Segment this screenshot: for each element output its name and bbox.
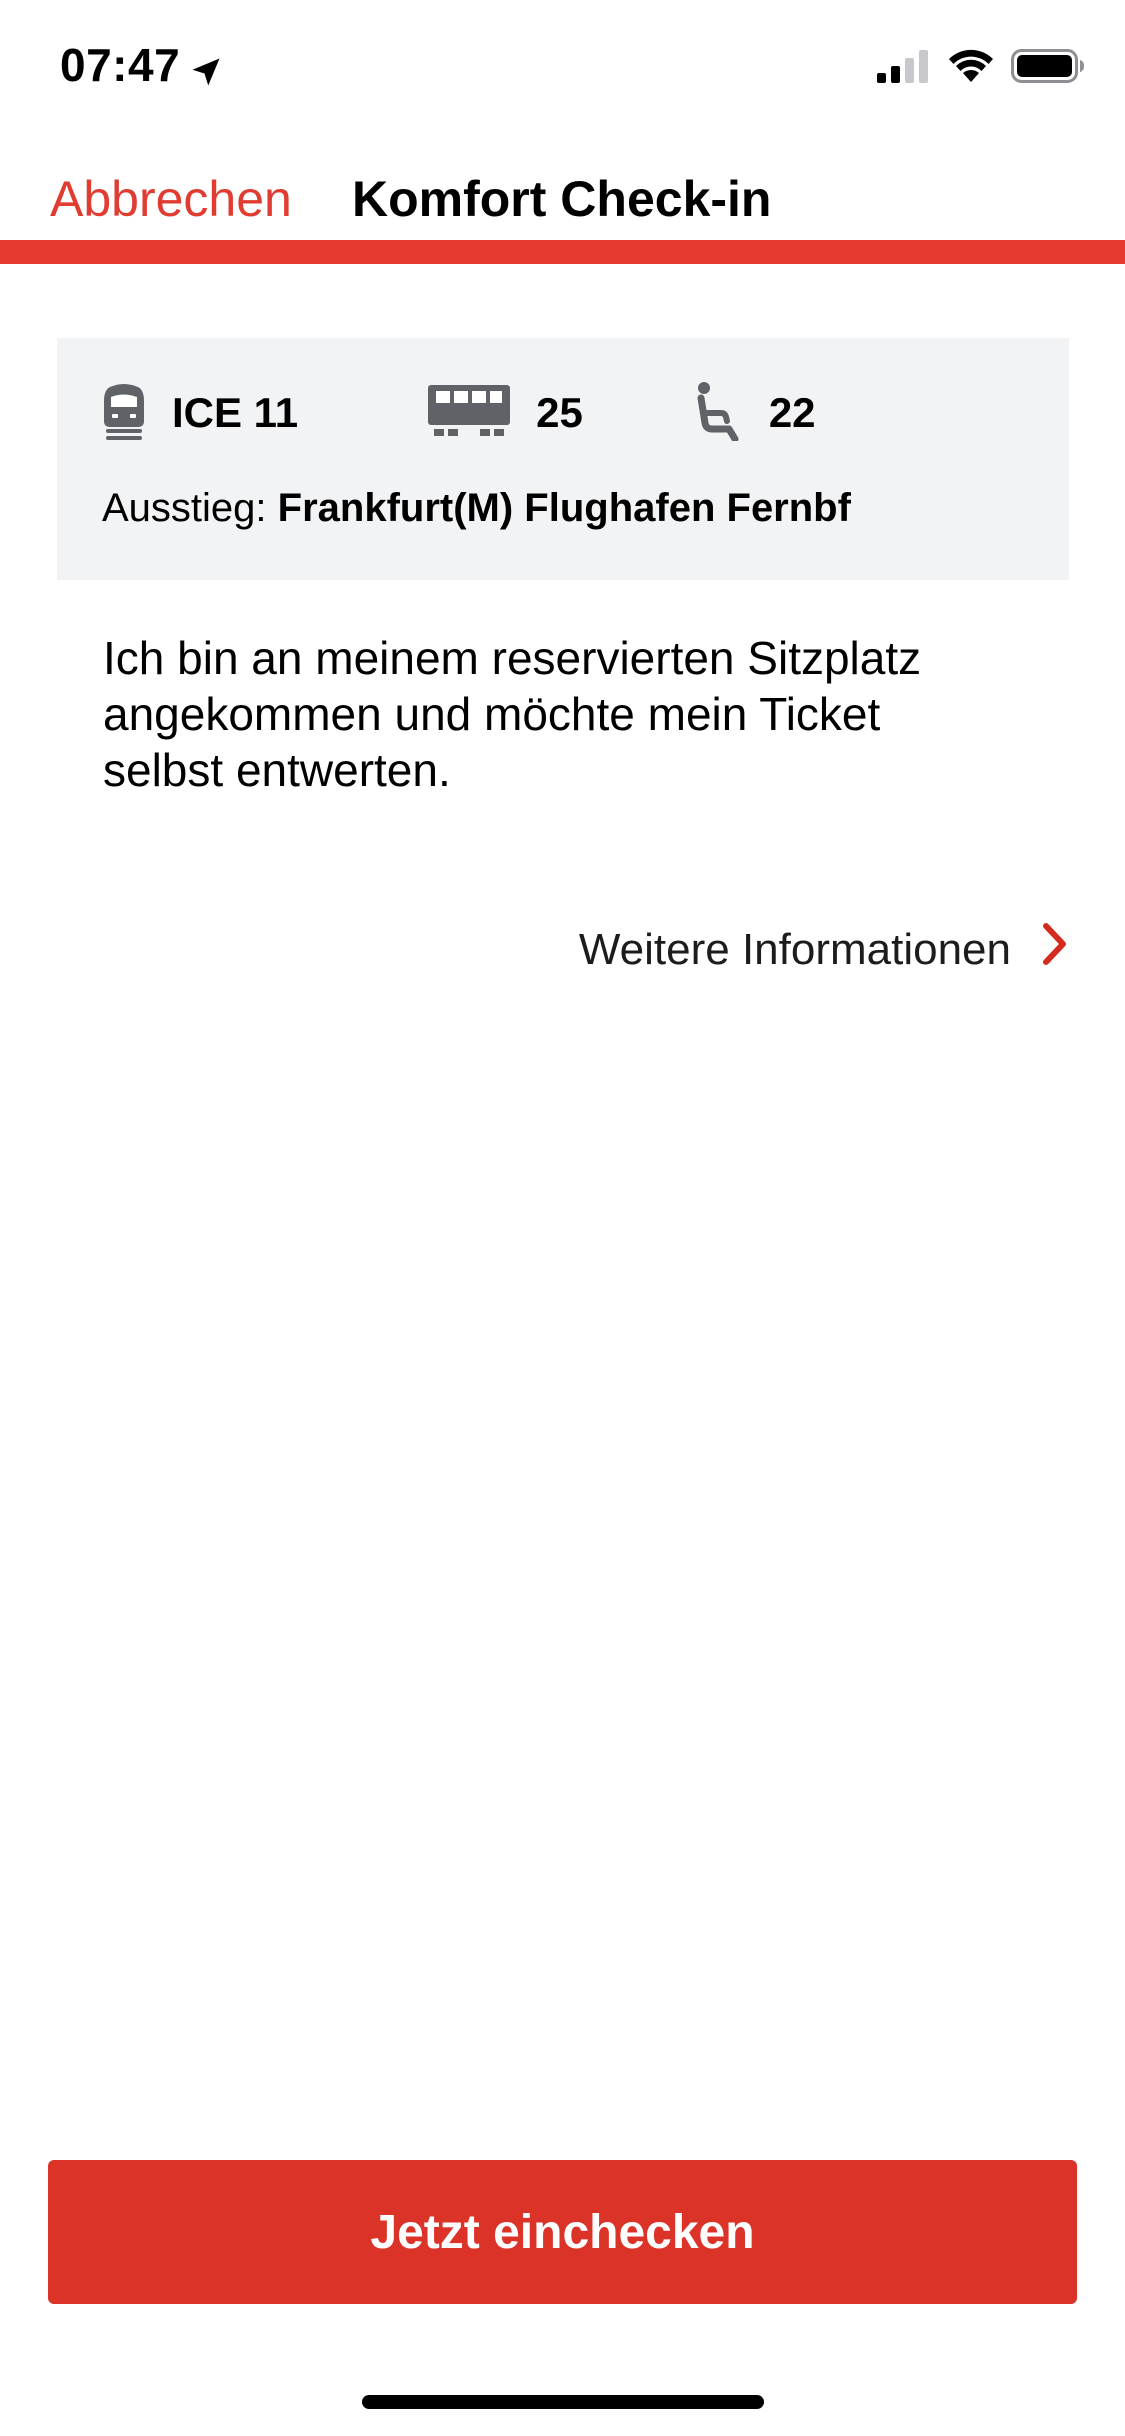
exit-label: Ausstieg:: [102, 486, 267, 530]
more-information-label: Weitere Informationen: [578, 924, 1011, 974]
status-indicators: [877, 48, 1085, 89]
train-icon: [102, 381, 146, 446]
trip-info-card: ICE 11 25 22 Ausstieg: Frankfurt(M) Flug…: [57, 338, 1069, 580]
header-accent-bar: [0, 240, 1125, 264]
cancel-button[interactable]: Abbrechen: [50, 170, 292, 228]
status-time-text: 07:47: [60, 39, 181, 91]
more-information-link[interactable]: Weitere Informationen: [579, 922, 1069, 977]
status-time: 07:47: [60, 38, 224, 92]
coach-number: 25: [536, 389, 583, 436]
status-bar: 07:47: [0, 0, 1125, 140]
seat-icon: [695, 381, 743, 446]
coach-info: 25: [428, 384, 583, 442]
exit-station: Ausstieg: Frankfurt(M) Flughafen Fernbf: [102, 486, 851, 531]
exit-station-name: Frankfurt(M) Flughafen Fernbf: [277, 486, 851, 530]
battery-icon: [1011, 48, 1085, 89]
seat-number: 22: [768, 389, 816, 436]
trip-details-row: ICE 11 25 22: [102, 378, 816, 448]
page-title: Komfort Check-in: [352, 171, 772, 227]
navigation-header: Abbrechen Komfort Check-in: [0, 150, 1125, 240]
home-indicator[interactable]: [362, 2395, 764, 2409]
checkin-description: Ich bin an meinem reservierten Sitzplatz…: [103, 632, 922, 796]
wifi-icon: [947, 48, 995, 89]
train-info: ICE 11: [102, 381, 298, 446]
cellular-signal-icon: [877, 49, 931, 88]
location-arrow-icon: [188, 47, 224, 86]
chevron-right-icon: [1041, 922, 1069, 977]
coach-icon: [428, 384, 511, 442]
checkin-button[interactable]: Jetzt einchecken: [48, 2160, 1077, 2304]
seat-info: 22: [695, 381, 816, 446]
train-number: ICE 11: [172, 389, 299, 436]
